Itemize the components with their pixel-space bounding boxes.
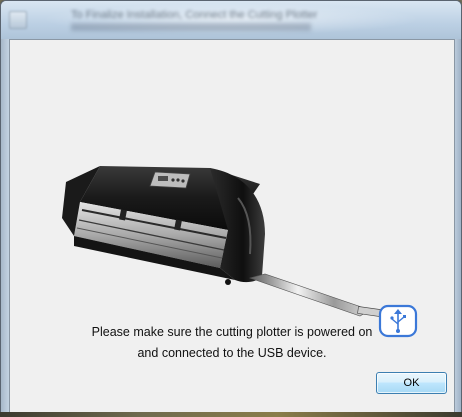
plotter-device <box>62 166 265 285</box>
plotter-lcd <box>158 176 168 181</box>
message-line-2: and connected to the USB device. <box>137 346 327 360</box>
message-line-1: Please make sure the cutting plotter is … <box>91 325 373 339</box>
plotter-button <box>176 178 180 182</box>
instruction-message: Please make sure the cutting plotter is … <box>10 322 454 364</box>
app-icon <box>9 11 27 29</box>
plotter-button <box>181 179 185 183</box>
window-title: To Finalize Installation, Connect the Cu… <box>71 9 318 21</box>
taskbar-edge <box>0 412 462 417</box>
plotter-foot <box>225 279 231 285</box>
dialog-content: Please make sure the cutting plotter is … <box>9 39 455 413</box>
usb-cable <box>248 273 395 317</box>
ok-button[interactable]: OK <box>376 372 447 394</box>
window-title-blurred-second-line <box>71 23 311 31</box>
window-frame-left <box>1 39 9 416</box>
plotter-button <box>171 178 175 182</box>
title-bar[interactable]: To Finalize Installation, Connect the Cu… <box>1 1 461 39</box>
cutting-plotter-illustration <box>62 166 418 338</box>
usb-cable-plug-end <box>248 273 371 317</box>
dialog-window: To Finalize Installation, Connect the Cu… <box>0 0 462 417</box>
